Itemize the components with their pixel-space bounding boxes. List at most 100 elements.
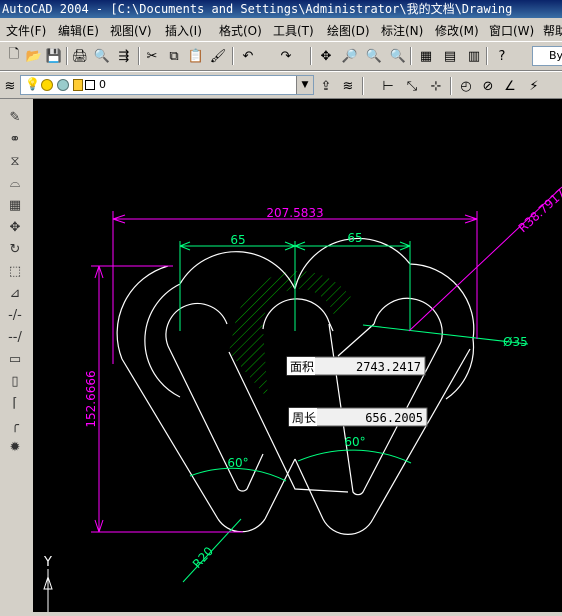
- extend-icon[interactable]: --/: [5, 327, 25, 347]
- zoom-realtime-icon[interactable]: 🔎: [340, 46, 360, 66]
- menu-modify[interactable]: 修改(M): [435, 22, 479, 39]
- standard-toolbar: 🗋 📂 💾 🖨 🔍 ⇶ ✂ ⧉ 📋 🖌 ↶ ↷ ✥ 🔎 🔍 🔍 ▦ ▤ ▥ ? …: [0, 41, 562, 71]
- zoom-previous-icon[interactable]: 🔍: [388, 46, 408, 66]
- join-icon[interactable]: ▯: [5, 371, 25, 391]
- title-bar: AutoCAD 2004 - [C:\Documents and Setting…: [0, 0, 562, 18]
- menu-view[interactable]: 视图(V): [110, 22, 152, 39]
- lightbulb-icon: 💡: [25, 77, 40, 91]
- dim-radius: R38.7917: [516, 186, 562, 235]
- area-value: 2743.2417: [356, 360, 421, 374]
- cut-icon[interactable]: ✂: [142, 46, 162, 66]
- ucs-icon: Y: [43, 555, 53, 612]
- dim-angle-right: 60°: [344, 435, 365, 449]
- menu-dimension[interactable]: 标注(N): [381, 22, 423, 39]
- window-title: AutoCAD 2004 - [C:\Documents and Setting…: [2, 2, 513, 16]
- outer-left-bottom: [217, 518, 266, 533]
- dim-r20: R20: [190, 544, 216, 571]
- fillet-icon[interactable]: ╭: [5, 415, 25, 435]
- inner-right-top: [373, 297, 443, 343]
- trim-icon[interactable]: -/-: [5, 305, 25, 325]
- dim-diameter: Ø35: [503, 335, 528, 349]
- perimeter-label: 周长: [292, 411, 316, 425]
- dim-right-65: 65: [347, 231, 362, 245]
- separator: [486, 47, 488, 65]
- radius-dim-icon[interactable]: ◴: [456, 76, 476, 96]
- redo-icon[interactable]: ↷: [276, 46, 296, 66]
- make-object-layer-current-icon[interactable]: ⇪: [316, 76, 336, 96]
- outer-right-bottom: [322, 518, 374, 535]
- outer-left-top: [116, 265, 169, 360]
- angular-dim-icon[interactable]: ∠: [500, 76, 520, 96]
- dim-angle-left: 60°: [227, 456, 248, 470]
- separator: [362, 77, 364, 95]
- plot-preview-icon[interactable]: 🔍: [92, 46, 112, 66]
- menu-tools[interactable]: 工具(T): [273, 22, 314, 39]
- separator: [310, 47, 312, 65]
- erase-icon[interactable]: ✎: [5, 107, 25, 127]
- perimeter-value: 656.2005: [365, 411, 423, 425]
- freeze-icon: [57, 79, 69, 91]
- separator: [450, 77, 452, 95]
- area-label: 面积: [290, 360, 314, 374]
- array-icon[interactable]: ▦: [5, 195, 25, 215]
- inner-right-top2: [337, 323, 375, 357]
- separator: [138, 47, 140, 65]
- explode-icon[interactable]: ✹: [5, 437, 25, 457]
- separator: [232, 47, 234, 65]
- undo-icon[interactable]: ↶: [238, 46, 258, 66]
- drawing-canvas[interactable]: 207.5833 65 65 R38.7917 Ø35 152.6666 60°…: [33, 99, 562, 612]
- layer-previous-icon[interactable]: ≋: [338, 76, 358, 96]
- help-icon[interactable]: ?: [492, 46, 512, 66]
- ordinate-dim-icon[interactable]: ⊹: [426, 76, 446, 96]
- menu-help[interactable]: 帮助: [543, 22, 562, 39]
- match-properties-icon[interactable]: 🖌: [208, 46, 228, 66]
- chamfer-icon[interactable]: ⌈: [5, 393, 25, 413]
- offset-icon[interactable]: ⌓: [5, 173, 25, 193]
- separator: [410, 47, 412, 65]
- menu-file[interactable]: 文件(F): [6, 22, 46, 39]
- quick-dim-icon[interactable]: ⚡: [524, 76, 544, 96]
- copy-object-icon[interactable]: ⚭: [5, 129, 25, 149]
- menu-insert[interactable]: 插入(I): [165, 22, 202, 39]
- plot-icon[interactable]: 🖨: [70, 46, 90, 66]
- linear-dim-icon[interactable]: ⊢: [378, 76, 398, 96]
- dim-height: 152.6666: [84, 370, 98, 427]
- design-center-icon[interactable]: ▤: [440, 46, 460, 66]
- mirror-icon[interactable]: ⧖: [5, 151, 25, 171]
- hatch-region: [229, 271, 353, 399]
- break-icon[interactable]: ▭: [5, 349, 25, 369]
- publish-icon[interactable]: ⇶: [114, 46, 134, 66]
- draw-toolbar: ✎ ⚭ ⧖ ⌓ ▦ ✥ ↻ ⬚ ⊿ -/- --/ ▭ ▯ ⌈ ╭ ✹: [0, 99, 29, 612]
- pan-icon[interactable]: ✥: [316, 46, 336, 66]
- dim-total-width: 207.5833: [266, 206, 323, 220]
- menu-window[interactable]: 窗口(W): [489, 22, 534, 39]
- chevron-down-icon[interactable]: ▼: [296, 76, 313, 94]
- stretch-icon[interactable]: ⊿: [5, 283, 25, 303]
- outer-left-line: [121, 358, 219, 520]
- tool-palettes-icon[interactable]: ▥: [464, 46, 484, 66]
- aligned-dim-icon[interactable]: ⤡: [402, 76, 422, 96]
- save-icon[interactable]: 💾: [44, 46, 64, 66]
- lock-icon: [73, 79, 83, 91]
- layer-dropdown[interactable]: 💡 0 ▼: [20, 75, 314, 95]
- drawing-svg: 207.5833 65 65 R38.7917 Ø35 152.6666 60°…: [43, 186, 562, 612]
- menu-edit[interactable]: 编辑(E): [58, 22, 99, 39]
- move-icon[interactable]: ✥: [5, 217, 25, 237]
- layer-manager-icon[interactable]: ≋: [0, 76, 20, 96]
- separator: [66, 47, 68, 65]
- open-icon[interactable]: 📂: [24, 46, 44, 66]
- dim-left-65: 65: [230, 233, 245, 247]
- menu-draw[interactable]: 绘图(D): [327, 22, 370, 39]
- diameter-dim-icon[interactable]: ⊘: [478, 76, 498, 96]
- properties-icon[interactable]: ▦: [416, 46, 436, 66]
- rotate-icon[interactable]: ↻: [5, 239, 25, 259]
- menu-bar: 文件(F) 编辑(E) 视图(V) 插入(I) 格式(O) 工具(T) 绘图(D…: [0, 18, 562, 40]
- paste-icon[interactable]: 📋: [186, 46, 206, 66]
- menu-format[interactable]: 格式(O): [219, 22, 262, 39]
- zoom-window-icon[interactable]: 🔍: [364, 46, 384, 66]
- new-icon[interactable]: 🗋: [4, 46, 24, 66]
- copy-icon[interactable]: ⧉: [164, 46, 184, 66]
- scale-icon[interactable]: ⬚: [5, 261, 25, 281]
- color-control[interactable]: By: [532, 46, 562, 66]
- perimeter-tooltip: 周长 656.2005: [288, 407, 428, 427]
